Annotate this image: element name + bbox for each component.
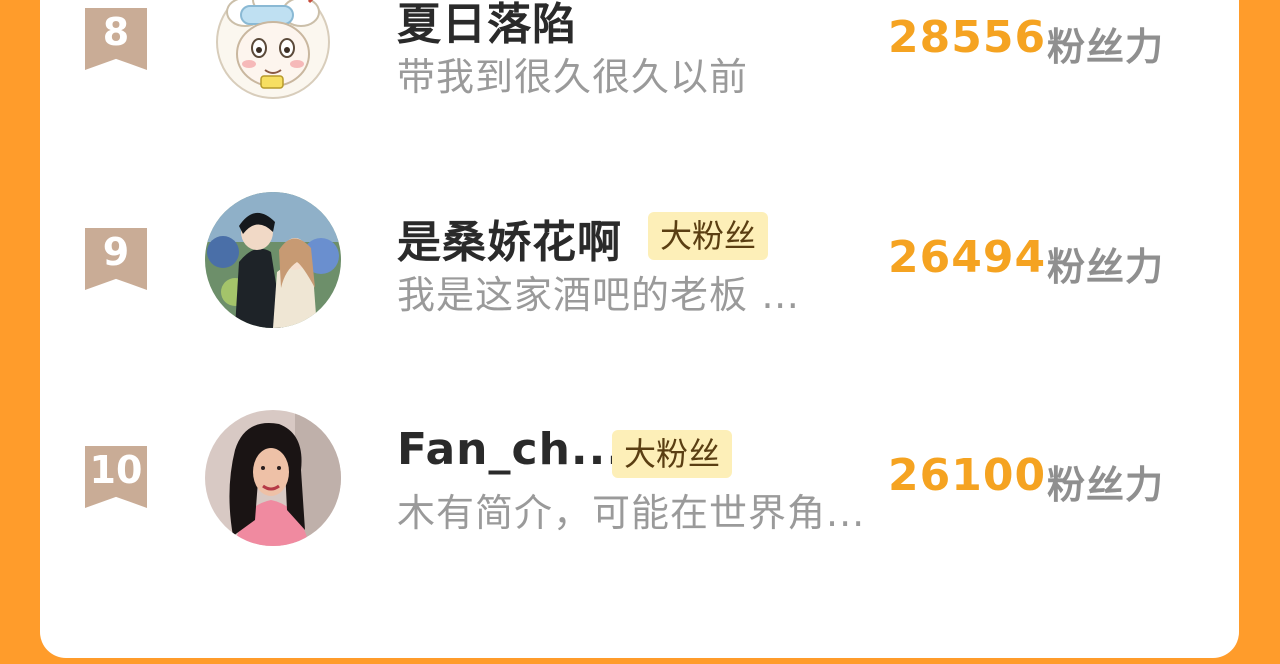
user-bio: 我是这家酒吧的老板 … [397,273,801,317]
user-bio: 带我到很久很久以前 [397,55,749,99]
fan-power-score: 26494 [888,232,1047,283]
fan-power-unit: 粉丝力 [1047,25,1165,69]
fan-power-unit: 粉丝力 [1047,245,1165,289]
ranking-card: 8 夏日落陷 带我到很久很久以前 28556 粉丝力 9 是桑娇花啊 大粉丝 我… [40,0,1239,658]
avatar[interactable] [205,0,341,108]
user-name[interactable]: 夏日落陷 [397,0,577,52]
avatar[interactable] [205,192,341,328]
fan-power-score: 26100 [888,450,1047,501]
list-item[interactable]: 10 Fan_ch... 大粉丝 木有简介，可能在世界角... 26100 粉丝… [40,410,1239,586]
fan-level-badge: 大粉丝 [612,430,733,478]
rank-ribbon: 9 [85,228,147,290]
rank-ribbon: 8 [85,8,147,70]
fan-power-unit: 粉丝力 [1047,463,1165,507]
fan-power-score: 28556 [888,12,1047,63]
cartoon-sheep-avatar-icon [205,0,341,108]
fan-level-badge: 大粉丝 [648,212,769,260]
rank-ribbon: 10 [85,446,147,508]
user-name[interactable]: 是桑娇花啊 [397,206,622,270]
list-item[interactable]: 8 夏日落陷 带我到很久很久以前 28556 粉丝力 [40,0,1239,150]
avatar[interactable] [205,410,341,546]
woman-photo-avatar-icon [205,410,341,546]
illustrated-couple-avatar-icon [205,192,341,328]
list-item[interactable]: 9 是桑娇花啊 大粉丝 我是这家酒吧的老板 … 26494 粉丝力 [40,192,1239,368]
user-name[interactable]: Fan_ch... [397,424,624,475]
user-bio: 木有简介，可能在世界角... [397,491,866,535]
